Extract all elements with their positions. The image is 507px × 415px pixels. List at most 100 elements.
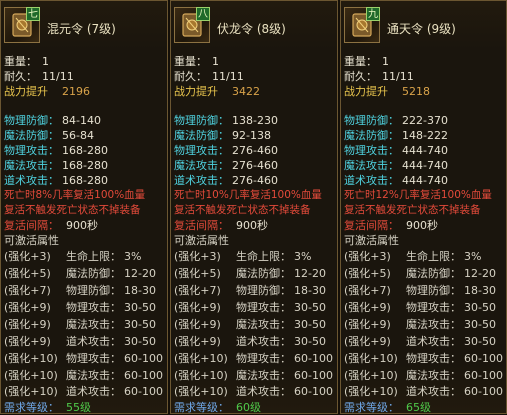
enhance-attr: 物理攻击： (66, 301, 121, 314)
revive-chance-text: 死亡时10%几率复活100%血量 (174, 189, 322, 201)
enhance-row: (强化+9) 道术攻击： 30-50 (4, 335, 156, 348)
enhance-row: (强化+3) 生命上限： 3% (4, 250, 141, 263)
enhance-attr: 道术攻击： (66, 335, 121, 348)
revive-chance-text: 死亡时8%几率复活100%血量 (4, 189, 146, 201)
rank-badge: 八 (196, 7, 210, 21)
enhance-value: 30-50 (464, 318, 496, 331)
enhance-value: 30-50 (124, 301, 156, 314)
item-icon-slot[interactable]: 八 (174, 7, 210, 43)
enhance-value: 18-30 (124, 284, 156, 297)
enhance-value: 18-30 (294, 284, 326, 297)
tooltip-comparison: 七 混元令 (7级) 重量： 1 耐久： 11/11 战力提升 2196 物理防御： 8… (0, 0, 507, 415)
enhance-attr: 道术攻击： (406, 335, 461, 348)
stat-value: 444-740 (402, 159, 448, 172)
enhance-level: (强化+9) (344, 318, 391, 331)
enhance-attr: 魔法防御： (406, 267, 461, 280)
enhance-row: (强化+10) 道术攻击： 60-100 (4, 385, 163, 398)
enhance-level: (强化+5) (4, 267, 51, 280)
weight-value: 1 (212, 55, 219, 68)
enhance-level: (强化+10) (344, 369, 398, 382)
required-level-label: 需求等级： (4, 401, 59, 414)
activatable-heading: 可激活属性 (174, 234, 229, 247)
enhance-level: (强化+9) (174, 335, 221, 348)
enhance-attr: 道术攻击： (406, 385, 461, 398)
durability-label: 耐久： (174, 70, 207, 83)
required-level-row: 需求等级： 60级 (174, 401, 261, 414)
weight-row: 重量： 1 (4, 55, 49, 68)
stat-label: 魔法攻击： (344, 159, 399, 172)
stat-value: 148-222 (402, 129, 448, 142)
interval-value: 900秒 (406, 219, 438, 232)
stat-value: 56-84 (62, 129, 94, 142)
item-name: 伏龙令 (8级) (217, 22, 286, 36)
enhance-attr: 生命上限： (406, 250, 461, 263)
item-tooltip-card: 八 伏龙令 (8级) 重量： 1 耐久： 11/11 战力提升 3422 物理防御： 1… (170, 0, 338, 414)
enhance-level: (强化+7) (4, 284, 51, 297)
enhance-row: (强化+10) 道术攻击： 60-100 (344, 385, 503, 398)
stat-row: 魔法防御： 56-84 (4, 129, 94, 142)
enhance-value: 12-20 (124, 267, 156, 280)
durability-row: 耐久： 11/11 (344, 70, 414, 83)
enhance-row: (强化+10) 物理攻击： 60-100 (4, 352, 163, 365)
item-icon-slot[interactable]: 九 (344, 7, 380, 43)
stat-label: 魔法攻击： (4, 159, 59, 172)
enhance-level: (强化+5) (344, 267, 391, 280)
enhance-level: (强化+9) (4, 335, 51, 348)
power-row: 战力提升 3422 (174, 85, 260, 98)
stat-label: 物理防御： (4, 114, 59, 127)
enhance-attr: 魔法防御： (236, 267, 291, 280)
item-icon-slot[interactable]: 七 (4, 7, 40, 43)
stat-row: 物理攻击： 168-280 (4, 144, 108, 157)
enhance-attr: 物理防御： (236, 284, 291, 297)
revive-effect-text: 复活不触发死亡状态不掉装备 (4, 204, 141, 216)
enhance-row: (强化+9) 魔法攻击： 30-50 (174, 318, 326, 331)
stat-value: 168-280 (62, 144, 108, 157)
enhance-value: 30-50 (294, 318, 326, 331)
enhance-row: (强化+5) 魔法防御： 12-20 (174, 267, 326, 280)
enhance-attr: 物理防御： (66, 284, 121, 297)
enhance-level: (强化+10) (174, 352, 228, 365)
enhance-row: (强化+10) 魔法攻击： 60-100 (174, 369, 333, 382)
required-level-value: 55级 (66, 401, 91, 414)
enhance-attr: 魔法攻击： (66, 318, 121, 331)
stat-label: 道术攻击： (174, 174, 229, 187)
enhance-attr: 物理攻击： (66, 352, 121, 365)
enhance-row: (强化+9) 魔法攻击： 30-50 (4, 318, 156, 331)
enhance-value: 60-100 (464, 369, 503, 382)
stat-value: 276-460 (232, 144, 278, 157)
rank-badge: 九 (366, 7, 380, 21)
required-level-row: 需求等级： 65级 (344, 401, 431, 413)
power-row: 战力提升 5218 (344, 85, 430, 98)
durability-row: 耐久： 11/11 (174, 70, 244, 83)
stat-label: 物理攻击： (4, 144, 59, 157)
enhance-value: 30-50 (294, 335, 326, 348)
power-label: 战力提升 (344, 85, 388, 98)
weight-row: 重量： 1 (174, 55, 219, 68)
enhance-row: (强化+9) 物理攻击： 30-50 (174, 301, 326, 314)
item-name: 通天令 (9级) (387, 22, 456, 36)
durability-label: 耐久： (344, 70, 377, 83)
power-label: 战力提升 (4, 85, 48, 98)
enhance-row: (强化+10) 魔法攻击： 60-100 (344, 369, 503, 382)
stat-row: 物理防御： 138-230 (174, 114, 278, 127)
enhance-row: (强化+9) 物理攻击： 30-50 (344, 301, 496, 314)
stat-row: 魔法攻击： 168-280 (4, 159, 108, 172)
enhance-value: 30-50 (124, 318, 156, 331)
stat-row: 物理防御： 222-370 (344, 114, 448, 127)
rank-badge: 七 (26, 7, 40, 21)
required-level-value: 60级 (236, 401, 261, 414)
power-value: 2196 (62, 85, 90, 98)
weight-value: 1 (42, 55, 49, 68)
stat-row: 魔法防御： 148-222 (344, 129, 448, 142)
enhance-value: 60-100 (464, 385, 503, 398)
enhance-value: 60-100 (464, 352, 503, 365)
enhance-value: 60-100 (124, 385, 163, 398)
stat-label: 物理防御： (344, 114, 399, 127)
enhance-level: (强化+7) (344, 284, 391, 297)
revive-effect-text: 复活不触发死亡状态不掉装备 (174, 204, 311, 216)
enhance-row: (强化+5) 魔法防御： 12-20 (4, 267, 156, 280)
enhance-row: (强化+9) 魔法攻击： 30-50 (344, 318, 496, 331)
enhance-row: (强化+10) 道术攻击： 60-100 (174, 385, 333, 398)
enhance-level: (强化+3) (344, 250, 391, 263)
required-level-label: 需求等级： (174, 401, 229, 414)
